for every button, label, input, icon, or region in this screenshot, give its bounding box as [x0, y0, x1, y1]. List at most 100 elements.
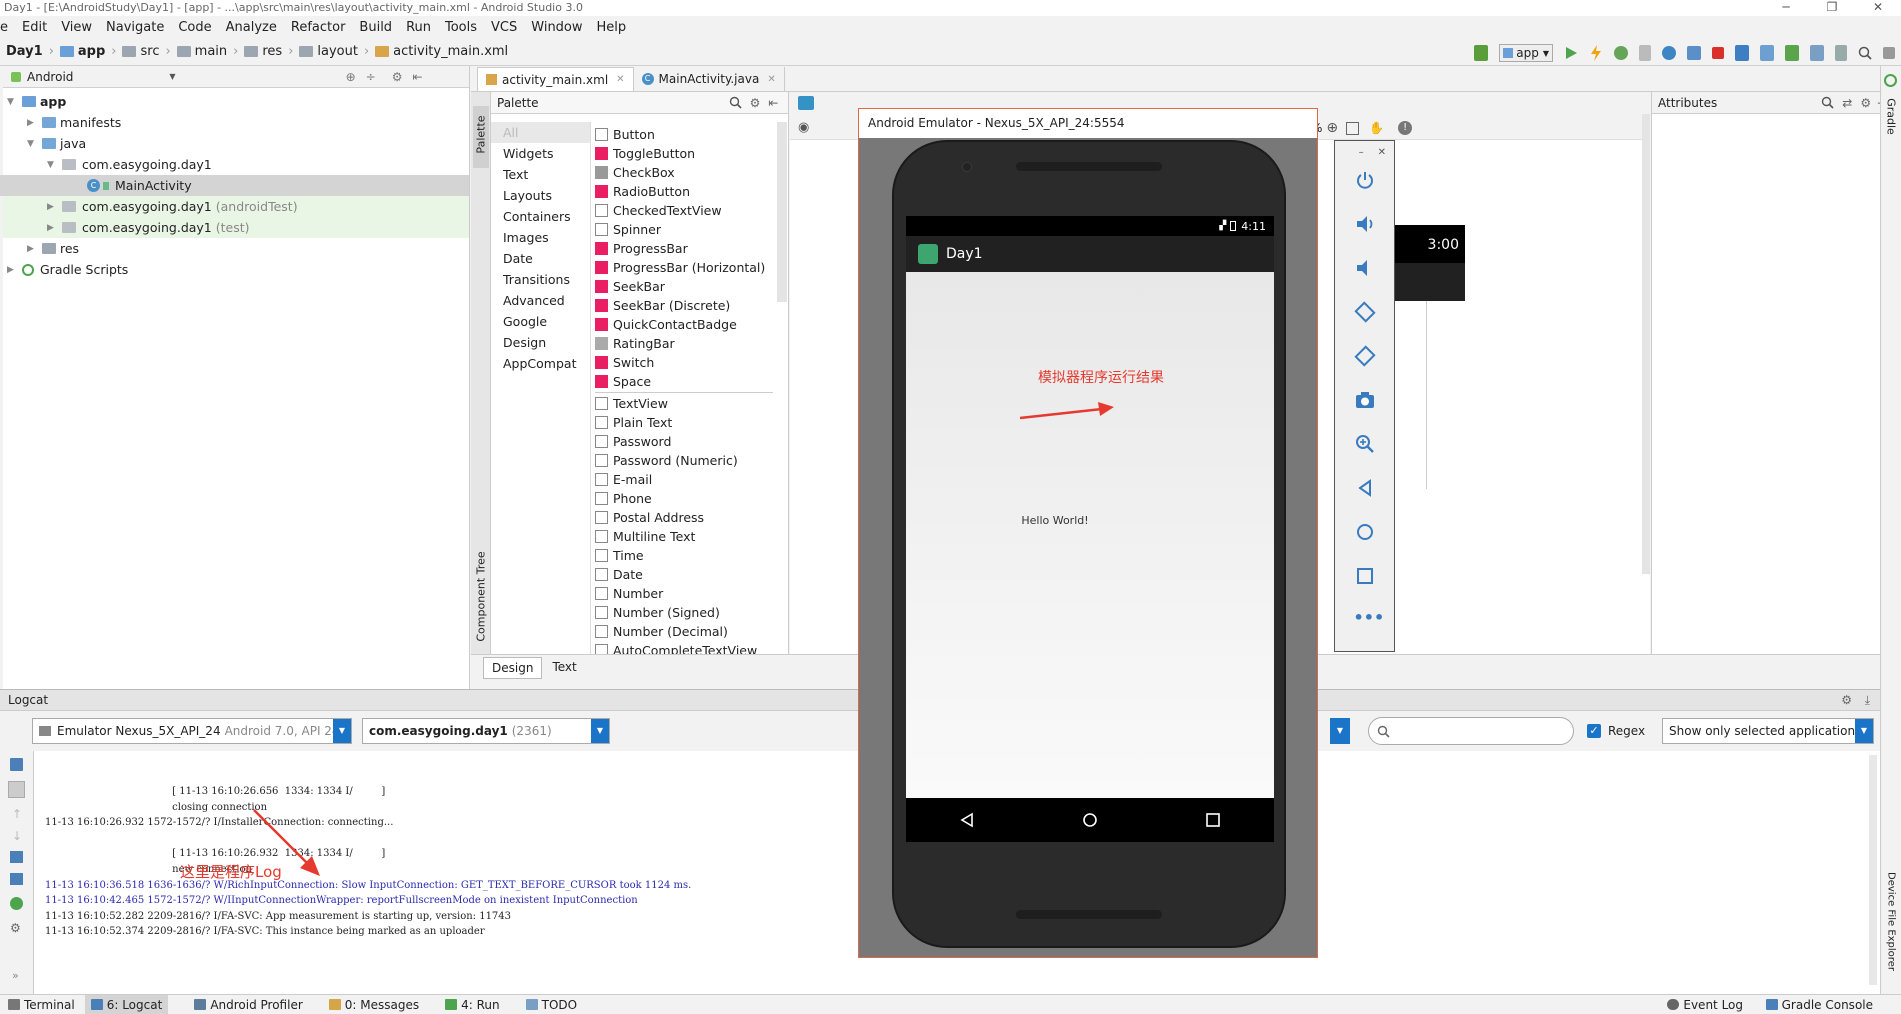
palette-item[interactable]: Plain Text — [595, 413, 773, 432]
palette-item[interactable]: Number — [595, 584, 773, 603]
palette-category[interactable]: Advanced — [491, 290, 590, 311]
menu-tools[interactable]: Tools — [438, 20, 484, 35]
restore-icon[interactable]: ❐ — [1809, 0, 1855, 16]
palette-item[interactable]: Password (Numeric) — [595, 451, 773, 470]
app-content[interactable]: 模拟器程序运行结果 Hello World! — [906, 272, 1274, 798]
down-icon[interactable]: ↓ — [12, 829, 22, 843]
tree-item-gradle-scripts[interactable]: ▶ Gradle Scripts — [3, 259, 469, 280]
component-tree-side-tab[interactable]: Component Tree — [473, 542, 489, 652]
restart-icon[interactable] — [10, 897, 23, 910]
project-structure-icon[interactable] — [1810, 45, 1824, 61]
palette-item[interactable]: CheckedTextView — [595, 201, 773, 220]
palette-item[interactable]: Date — [595, 565, 773, 584]
debug-icon[interactable] — [1614, 46, 1628, 60]
palette-category[interactable]: AppCompat — [491, 353, 590, 374]
bottom-tab-logcat[interactable]: 6: Logcat — [84, 995, 169, 1014]
menu-analyze[interactable]: Analyze — [219, 20, 284, 35]
palette-item[interactable]: SeekBar — [595, 277, 773, 296]
close-icon[interactable]: ✕ — [1855, 0, 1901, 16]
palette-side-tab[interactable]: Palette — [473, 106, 489, 168]
breadcrumb-src[interactable]: src — [140, 44, 159, 59]
up-icon[interactable]: ↑ — [12, 807, 22, 821]
tree-item-package-test[interactable]: ▶ com.easygoing.day1 (test) — [3, 217, 469, 238]
palette-item[interactable]: QuickContactBadge — [595, 315, 773, 334]
clear-logcat-icon[interactable] — [10, 758, 23, 771]
palette-item[interactable]: Phone — [595, 489, 773, 508]
palette-item[interactable]: Time — [595, 546, 773, 565]
palette-item[interactable]: Number (Signed) — [595, 603, 773, 622]
swap-icon[interactable]: ⇄ — [1842, 96, 1852, 110]
scrollbar[interactable] — [777, 122, 787, 302]
menu-view[interactable]: View — [54, 20, 99, 35]
sdk-manager-icon[interactable] — [1785, 45, 1799, 61]
project-view-select[interactable]: Android — [27, 70, 73, 84]
palette-item[interactable]: Space — [595, 372, 773, 391]
search-icon[interactable] — [729, 96, 742, 109]
palette-item[interactable]: Switch — [595, 353, 773, 372]
palette-category[interactable]: Images — [491, 227, 590, 248]
palette-item[interactable]: CheckBox — [595, 163, 773, 182]
scroll-to-end-icon[interactable] — [8, 781, 25, 798]
home-icon[interactable] — [1354, 521, 1376, 543]
menu-vcs[interactable]: VCS — [484, 20, 524, 35]
palette-item[interactable]: RadioButton — [595, 182, 773, 201]
menu-navigate[interactable]: Navigate — [99, 20, 171, 35]
palette-category[interactable]: Design — [491, 332, 590, 353]
device-file-explorer-tab[interactable]: Device File Explorer — [1886, 860, 1897, 984]
power-icon[interactable] — [1354, 169, 1376, 191]
breadcrumb-res[interactable]: res — [262, 44, 282, 59]
palette-category[interactable]: Containers — [491, 206, 590, 227]
volume-up-icon[interactable] — [1354, 213, 1376, 235]
palette-category[interactable]: Layouts — [491, 185, 590, 206]
tree-item-java[interactable]: ▼ java — [3, 133, 469, 154]
gradle-side-tab[interactable]: Gradle — [1885, 93, 1898, 141]
tab-mainactivity-java[interactable]: C MainActivity.java ✕ — [634, 67, 785, 91]
scrollbar[interactable] — [1869, 755, 1877, 985]
event-icon[interactable] — [1883, 47, 1895, 59]
more-icon[interactable]: ••• — [1354, 609, 1385, 631]
chevron-down-icon[interactable]: ▼ — [169, 72, 175, 81]
settings-icon[interactable]: ⚙ — [1860, 96, 1871, 110]
attach-debugger-icon[interactable] — [1687, 46, 1701, 60]
close-icon[interactable]: ✕ — [1378, 147, 1386, 158]
tab-text[interactable]: Text — [542, 657, 586, 679]
palette-category[interactable]: Transitions — [491, 269, 590, 290]
filter-select[interactable]: Show only selected application ▼ — [1662, 718, 1874, 744]
volume-down-icon[interactable] — [1354, 257, 1376, 279]
camera-icon[interactable] — [1354, 389, 1376, 411]
profile-icon[interactable] — [1662, 46, 1676, 60]
sync-gradle-icon[interactable] — [1735, 45, 1749, 61]
palette-item[interactable]: Password — [595, 432, 773, 451]
rotate-left-icon[interactable] — [1353, 301, 1376, 323]
settings-icon[interactable]: ⚙ — [750, 96, 761, 110]
tree-item-manifests[interactable]: ▶ manifests — [3, 112, 469, 133]
pan-icon[interactable]: ✋ — [1369, 121, 1384, 135]
zoom-in-icon[interactable]: ⊕ — [1326, 120, 1338, 136]
tree-item-mainactivity[interactable]: C MainActivity — [0, 175, 469, 196]
palette-item[interactable]: SeekBar (Discrete) — [595, 296, 773, 315]
process-select[interactable]: com.easygoing.day1 (2361) ▼ — [362, 718, 610, 744]
bottom-tab-profiler[interactable]: Android Profiler — [194, 998, 303, 1012]
coverage-icon[interactable] — [1639, 45, 1651, 61]
back-icon[interactable] — [959, 812, 975, 828]
palette-item[interactable]: TextView — [595, 394, 773, 413]
palette-item[interactable]: ToggleButton — [595, 144, 773, 163]
menu-refactor[interactable]: Refactor — [284, 20, 353, 35]
menu-run[interactable]: Run — [399, 20, 438, 35]
palette-category[interactable]: Google — [491, 311, 590, 332]
bottom-tab-todo[interactable]: TODO — [525, 998, 577, 1012]
rotate-right-icon[interactable] — [1353, 345, 1376, 367]
settings-icon[interactable]: ⚙ — [10, 921, 21, 935]
breadcrumb-file[interactable]: activity_main.xml — [393, 44, 508, 59]
run-icon[interactable] — [1564, 46, 1578, 60]
event-log-button[interactable]: Event Log — [1667, 998, 1743, 1012]
minimize-icon[interactable]: ─ — [1763, 0, 1809, 16]
settings-icon[interactable]: ⚙ — [1841, 693, 1852, 707]
palette-item[interactable]: RatingBar — [595, 334, 773, 353]
warning-icon[interactable]: ! — [1398, 121, 1413, 135]
menu-build[interactable]: Build — [352, 20, 399, 35]
menu-edit[interactable]: Edit — [15, 20, 54, 35]
close-tab-icon[interactable]: ✕ — [767, 74, 775, 85]
palette-item[interactable]: Button — [595, 125, 773, 144]
home-icon[interactable] — [1082, 812, 1098, 828]
